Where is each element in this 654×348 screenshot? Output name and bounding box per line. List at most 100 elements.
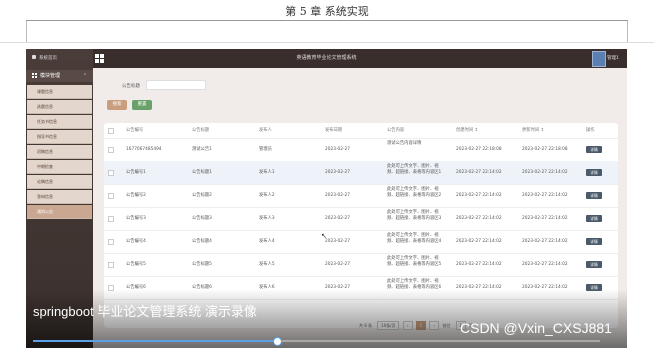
grid-icon [32,73,37,78]
row-checkbox[interactable] [108,239,114,245]
sidebar-item[interactable]: 通知公告 [27,205,92,219]
video-progress-fill [33,340,277,342]
avatar[interactable] [592,51,606,67]
cell-content: 此处可上传文字、图片、视频、超链接、表格等内容区1 [387,164,442,175]
document-header: 第 5 章 系统实现 [285,5,369,18]
row-checkbox[interactable] [108,147,114,153]
cell-title: 测试公告1 [192,147,212,152]
detail-button[interactable]: 详情 [586,192,602,199]
sidebar-home[interactable]: 系统首页 [26,49,93,68]
chevron-up-icon: ⌃ [82,73,87,79]
cell-content: 此处可上传文字、图片、视频、超链接、表格等内容区2 [387,187,442,198]
cell-author: 发布人2 [259,193,275,198]
cell-created: 2023-02-27 22:18:08 [456,147,502,152]
frame-bottom-border [0,42,654,43]
cell-title: 公告标题3 [192,216,212,221]
detail-button[interactable]: 详情 [586,261,602,268]
cell-author: 发布人1 [259,170,275,175]
reset-button[interactable]: 重置 [132,100,152,110]
sidebar-item[interactable]: 指导书信息 [27,130,92,144]
cell-no: 公告编号3 [126,216,146,221]
select-all-checkbox[interactable] [108,128,114,134]
cell-author: 发布人5 [259,262,275,267]
cell-no: 公告编号1 [126,170,146,175]
cell-updated: 2023-02-27 22:14:02 [522,239,568,244]
video-caption: springboot 毕业论文管理系统 演示录像 [33,304,257,319]
cell-date: 2023-02-27 [325,239,350,244]
cell-updated: 2023-02-27 22:14:02 [522,170,568,175]
watermark: CSDN @Vxin_CXSJ881 [460,320,612,336]
sidebar-item[interactable]: 答辩信息 [27,190,92,204]
table-row[interactable]: 公告编号1 公告标题1 发布人1 2023-02-27 此处可上传文字、图片、视频、超链… [104,161,618,185]
sidebar-item[interactable]: 中期检查 [27,160,92,174]
cell-date: 2023-02-27 [325,262,350,267]
video-progress-knob[interactable] [272,337,282,346]
user-name[interactable]: 管理1 [607,49,619,68]
cell-no: 公告编号2 [126,193,146,198]
sidebar-item[interactable]: 初稿信息 [27,145,92,159]
cell-created: 2023-02-27 22:14:02 [456,216,502,221]
cell-title: 公告标题2 [192,193,212,198]
detail-button[interactable]: 详情 [586,215,602,222]
cell-created: 2023-02-27 22:14:02 [456,239,502,244]
column-header: 公告内容 [387,128,405,133]
cell-updated: 2023-02-27 22:14:02 [522,216,568,221]
mouse-cursor-icon: ↖ [321,232,327,240]
top-bar: 英语教育毕业论文管理系统 管理1 [26,49,627,68]
home-icon [32,55,36,59]
table-row[interactable]: 公告编号5 公告标题5 发布人5 2023-02-27 此处可上传文字、图片、视频、超链… [104,253,618,277]
detail-button[interactable]: 详情 [586,146,602,153]
cell-created: 2023-02-27 22:14:02 [456,170,502,175]
row-checkbox[interactable] [108,262,114,268]
column-header: 操作 [586,128,595,133]
column-header: 发布人 [259,128,272,133]
sidebar-item[interactable]: 课题信息 [27,85,92,99]
column-header[interactable]: 创建时间 ↕ [456,123,478,138]
header-rule [26,20,628,21]
cell-content: 此处可上传文字、图片、视频、超链接、表格等内容区4 [387,233,442,244]
column-header[interactable]: 更新时间 ↕ [522,123,544,138]
search-input[interactable] [146,80,206,90]
cell-updated: 2023-02-27 22:14:02 [522,193,568,198]
row-checkbox[interactable] [108,216,114,222]
table-row[interactable]: 公告编号4 公告标题4 发布人4 2023-02-27 此处可上传文字、图片、视频、超链… [104,230,618,254]
table-header: 公告编号 公告标题 发布人 发布日期 公告内容 创建时间 ↕ 更新时间 ↕ 操作 [104,123,618,139]
table-row[interactable]: 公告编号3 公告标题3 发布人3 2023-02-27 此处可上传文字、图片、视频、超链… [104,207,618,231]
cell-author: 发布人4 [259,239,275,244]
cell-updated: 2023-02-27 22:14:02 [522,262,568,267]
cell-title: 公告标题4 [192,239,212,244]
search-label: 公告标题 [122,84,140,89]
row-checkbox[interactable] [108,193,114,199]
column-header: 发布日期 [325,128,343,133]
table-row[interactable]: 公告编号2 公告标题2 发布人2 2023-02-27 此处可上传文字、图片、视频、超链… [104,184,618,208]
cell-no: 公告编号4 [126,239,146,244]
row-checkbox[interactable] [108,170,114,176]
detail-button[interactable]: 详情 [586,238,602,245]
sidebar-item[interactable]: 选题信息 [27,100,92,114]
cell-author: 管理员 [259,147,272,152]
cell-no: 公告编号5 [126,262,146,267]
cell-content: 测试公告内容详情 [387,141,422,146]
video-progress-bar[interactable] [33,340,600,342]
cell-content: 此处可上传文字、图片、视频、超链接、表格等内容区5 [387,256,442,267]
table-row[interactable]: 1677067485494 测试公告1 管理员 2023-02-27 测试公告内容详情 2… [104,138,618,162]
cell-no: 1677067485494 [126,147,162,152]
search-button[interactable]: 搜索 [107,100,127,110]
cell-created: 2023-02-27 22:14:02 [456,262,502,267]
cell-content: 此处可上传文字、图片、视频、超链接、表格等内容区3 [387,210,442,221]
cell-date: 2023-02-27 [325,170,350,175]
sidebar-group-label: 模块管理 [40,73,61,79]
cell-title: 公告标题5 [192,262,212,267]
cell-updated: 2023-02-27 22:18:08 [522,147,568,152]
detail-button[interactable]: 详情 [586,169,602,176]
cell-date: 2023-02-27 [325,147,350,152]
sidebar-item[interactable]: 任务书信息 [27,115,92,129]
sidebar-home-label: 系统首页 [39,56,57,61]
frame-right-border [627,21,628,43]
cell-title: 公告标题1 [192,170,212,175]
sidebar-item[interactable]: 论稿信息 [27,175,92,189]
sidebar-group-module[interactable]: 模块管理 ⌃ [26,70,93,82]
cell-date: 2023-02-27 [325,216,350,221]
app-title: 英语教育毕业论文管理系统 [296,55,357,61]
cell-author: 发布人3 [259,216,275,221]
